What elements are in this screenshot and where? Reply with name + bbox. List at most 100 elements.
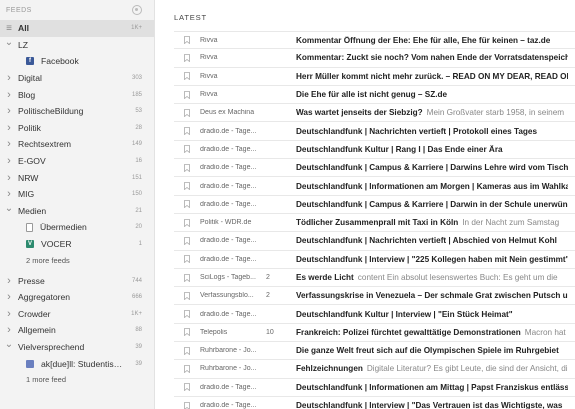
sidebar-category-item[interactable]: LZ	[0, 37, 154, 54]
article-title[interactable]: Deutschlandfunk | Informationen am Morge…	[296, 182, 568, 191]
bookmark-icon[interactable]	[174, 401, 200, 409]
chevron-right-icon[interactable]	[0, 124, 18, 132]
bookmark-icon[interactable]	[174, 200, 200, 209]
chevron-right-icon[interactable]	[0, 326, 18, 334]
article-row[interactable]: dradio.de - Tage... Deutschlandfunk | Inf…	[174, 379, 575, 397]
sidebar-feed-item[interactable]: f Facebook	[0, 53, 154, 70]
bookmark-icon[interactable]	[174, 237, 200, 245]
article-title[interactable]: Deutschlandfunk | Campus & Karriere | Da…	[296, 163, 568, 172]
sidebar-category-item[interactable]: MIG 150	[0, 186, 154, 203]
sidebar-feed-item[interactable]: ak[due]ll: Studentisch... 39	[0, 355, 154, 372]
bookmark-icon[interactable]	[174, 90, 200, 99]
article-content[interactable]: Herr Müller kommt nicht mehr zurück. – R…	[296, 72, 568, 81]
article-title[interactable]: Deutschlandfunk Kultur | Interview | "Ei…	[296, 310, 513, 319]
chevron-down-icon[interactable]	[0, 345, 18, 349]
article-title[interactable]: Deutschlandfunk | Campus & Karriere | Da…	[296, 200, 568, 209]
article-row[interactable]: Politik - WDR.de Tödlicher Zusammenprall …	[174, 214, 575, 233]
article-row[interactable]: dradio.de - Tage... Deutschlandfunk Kultu…	[174, 141, 575, 160]
sidebar-category-item[interactable]: Allgemein 88	[0, 322, 154, 339]
chevron-right-icon[interactable]	[0, 190, 18, 198]
article-title[interactable]: Deutschlandfunk | Nachrichten vertieft |…	[296, 127, 537, 136]
article-row[interactable]: Rivva Kommentar: Zuckt sie noch? Vom nahe…	[174, 49, 575, 68]
sidebar-category-item[interactable]: PolitischeBildung 53	[0, 103, 154, 120]
chevron-right-icon[interactable]	[0, 74, 18, 82]
bookmark-icon[interactable]	[174, 383, 200, 392]
menu-icon[interactable]	[0, 23, 18, 34]
article-content[interactable]: Kommentar Öffnung der Ehe: Ehe für alle,…	[296, 36, 568, 45]
article-title[interactable]: Fehlzeichnungen	[296, 364, 363, 373]
bookmark-icon[interactable]	[174, 72, 200, 81]
article-row[interactable]: Telepolis 10 Frankreich: Polizei fürchtet …	[174, 324, 575, 343]
article-content[interactable]: Fehlzeichnungen Digitale Literatur? Es gi…	[296, 364, 568, 373]
article-row[interactable]: dradio.de - Tage... Deutschlandfunk Kultu…	[174, 305, 575, 324]
bookmark-icon[interactable]	[174, 273, 200, 282]
bookmark-icon[interactable]	[174, 328, 200, 337]
article-title[interactable]: Deutschlandfunk | Interview | "Das Vertr…	[296, 401, 562, 409]
chevron-right-icon[interactable]	[0, 293, 18, 301]
more-feeds-link-2[interactable]: 1 more feed	[0, 372, 154, 388]
chevron-right-icon[interactable]	[0, 91, 18, 99]
article-row[interactable]: dradio.de - Tage... Deutschlandfunk | Int…	[174, 397, 575, 409]
bookmark-icon[interactable]	[174, 127, 200, 136]
article-title[interactable]: Kommentar: Zuckt sie noch? Vom nahen End…	[296, 53, 568, 62]
sidebar-category-item[interactable]: Presse 744	[0, 272, 154, 289]
article-content[interactable]: Deutschlandfunk | Informationen am Morge…	[296, 182, 568, 191]
sidebar-category-item[interactable]: Aggregatoren 666	[0, 289, 154, 306]
article-row[interactable]: dradio.de - Tage... Deutschlandfunk | Nac…	[174, 232, 575, 251]
article-title[interactable]: Tödlicher Zusammenprall mit Taxi in Köln	[296, 218, 458, 227]
sidebar-category-item[interactable]: NRW 151	[0, 169, 154, 186]
article-content[interactable]: Deutschlandfunk | Nachrichten vertieft |…	[296, 127, 568, 136]
article-title[interactable]: Deutschlandfunk Kultur | Rang I | Das En…	[296, 145, 503, 154]
chevron-down-icon[interactable]	[0, 209, 18, 213]
article-content[interactable]: Verfassungskrise in Venezuela – Der schm…	[296, 291, 568, 300]
sidebar-category-item[interactable]: Vielversprechend 39	[0, 339, 154, 356]
article-row[interactable]: Rivva Kommentar Öffnung der Ehe: Ehe für …	[174, 31, 575, 50]
bookmark-icon[interactable]	[174, 145, 200, 154]
article-title[interactable]: Deutschlandfunk | Interview | "225 Kolle…	[296, 255, 568, 264]
article-content[interactable]: Frankreich: Polizei fürchtet gewalttätig…	[296, 328, 568, 337]
article-content[interactable]: Deutschlandfunk | Interview | "Das Vertr…	[296, 401, 568, 409]
article-title[interactable]: Deutschlandfunk | Nachrichten vertieft |…	[296, 236, 557, 245]
article-title[interactable]: Verfassungskrise in Venezuela – Der schm…	[296, 291, 568, 300]
article-content[interactable]: Kommentar: Zuckt sie noch? Vom nahen End…	[296, 53, 568, 62]
article-content[interactable]: Tödlicher Zusammenprall mit Taxi in Köln…	[296, 218, 568, 227]
bookmark-icon[interactable]	[174, 346, 200, 355]
sidebar-category-item[interactable]: Medien 21	[0, 203, 154, 220]
article-row[interactable]: SciLogs - Tageb... 2 Es werde Licht content…	[174, 269, 575, 288]
article-row[interactable]: Deus ex Machina Was wartet jenseits der S…	[174, 104, 575, 123]
bookmark-icon[interactable]	[174, 108, 200, 117]
article-content[interactable]: Deutschlandfunk | Interview | "225 Kolle…	[296, 255, 568, 264]
article-content[interactable]: Was wartet jenseits der Siebzig? Mein Gro…	[296, 108, 568, 117]
chevron-down-icon[interactable]	[0, 43, 18, 47]
sidebar-category-item[interactable]: Digital 303	[0, 70, 154, 87]
article-title[interactable]: Es werde Licht	[296, 273, 354, 282]
article-row[interactable]: Verfassungsblo... 2 Verfassungskrise in Ve…	[174, 287, 575, 306]
bookmark-icon[interactable]	[174, 182, 200, 191]
sidebar-category-item[interactable]: Blog 185	[0, 86, 154, 103]
article-row[interactable]: dradio.de - Tage... Deutschlandfunk | Int…	[174, 251, 575, 269]
chevron-right-icon[interactable]	[0, 277, 18, 285]
sidebar-feed-item[interactable]: Übermedien 20	[0, 219, 154, 236]
article-content[interactable]: Deutschlandfunk | Informationen am Mitta…	[296, 383, 568, 392]
article-title[interactable]: Frankreich: Polizei fürchtet gewalttätig…	[296, 328, 521, 337]
article-title[interactable]: Die Ehe für alle ist nicht genug – SZ.de	[296, 90, 447, 99]
gear-icon[interactable]	[132, 5, 142, 15]
article-row[interactable]: dradio.de - Tage... Deutschlandfunk | Cam…	[174, 159, 575, 178]
article-title[interactable]: Deutschlandfunk | Informationen am Mitta…	[296, 383, 568, 392]
article-row[interactable]: Ruhrbarone - Jo... Die ganze Welt freut s…	[174, 342, 575, 361]
article-content[interactable]: Deutschlandfunk | Campus & Karriere | Da…	[296, 163, 568, 172]
article-title[interactable]: Was wartet jenseits der Siebzig?	[296, 108, 423, 117]
article-content[interactable]: Die ganze Welt freut sich auf die Olympi…	[296, 346, 568, 355]
chevron-right-icon[interactable]	[0, 107, 18, 115]
bookmark-icon[interactable]	[174, 36, 200, 45]
sidebar-category-item[interactable]: All 1K+	[0, 20, 154, 37]
chevron-right-icon[interactable]	[0, 310, 18, 318]
bookmark-icon[interactable]	[174, 54, 200, 62]
article-content[interactable]: Deutschlandfunk | Nachrichten vertieft |…	[296, 236, 568, 245]
chevron-right-icon[interactable]	[0, 140, 18, 148]
article-row[interactable]: dradio.de - Tage... Deutschlandfunk | Nac…	[174, 122, 575, 141]
bookmark-icon[interactable]	[174, 291, 200, 300]
sidebar-category-item[interactable]: Rechtsextrem 149	[0, 136, 154, 153]
sidebar-category-item[interactable]: Crowder 1K+	[0, 306, 154, 323]
chevron-right-icon[interactable]	[0, 174, 18, 182]
